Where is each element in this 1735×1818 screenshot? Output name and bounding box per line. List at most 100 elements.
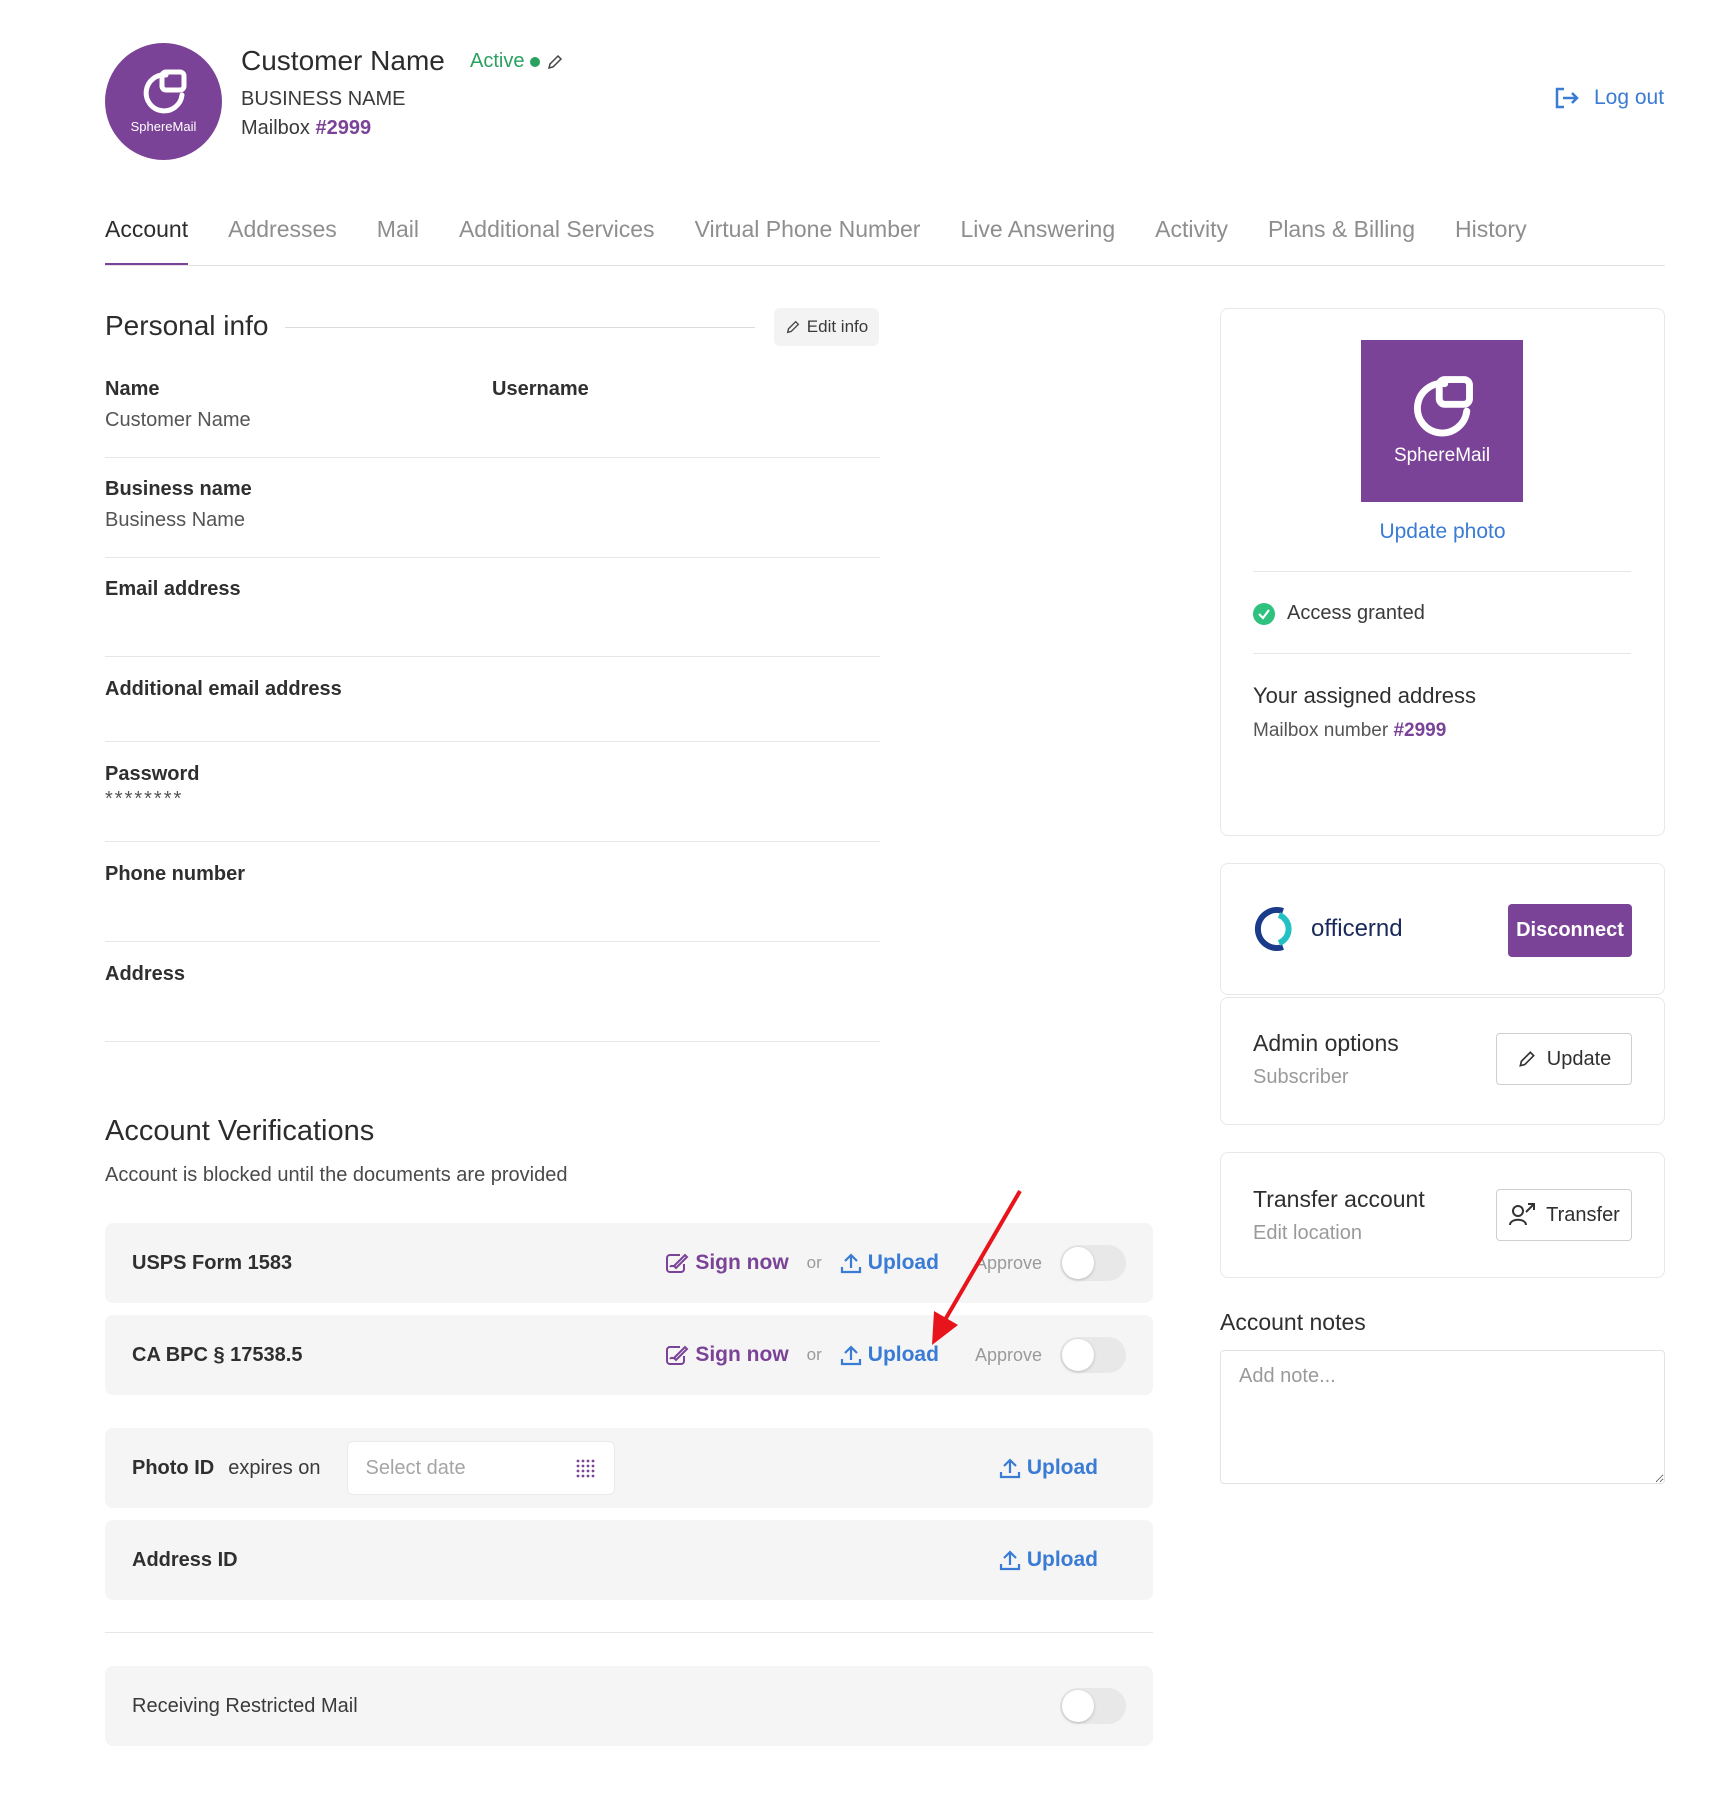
divider	[285, 327, 755, 328]
password-value: ********	[105, 788, 184, 810]
ca-bpc-label: CA BPC § 17538.5	[132, 1343, 303, 1366]
or-label: or	[806, 1253, 822, 1272]
date-placeholder: Select date	[365, 1456, 466, 1479]
signature-icon	[666, 1345, 689, 1365]
name-label: Name	[105, 378, 160, 400]
update-button[interactable]: Update	[1496, 1033, 1632, 1085]
access-status: Access granted	[1253, 602, 1425, 625]
business-name-value: Business Name	[105, 509, 246, 531]
tab-virtual-phone-number[interactable]: Virtual Phone Number	[695, 216, 921, 265]
calendar-grid-icon	[576, 1459, 594, 1478]
expiry-date-picker[interactable]: Select date	[346, 1441, 615, 1495]
logout-icon	[1555, 87, 1579, 109]
officernd-logo-icon	[1254, 907, 1292, 951]
sign-now-label: Sign now	[695, 1343, 789, 1366]
status-badge: Active	[470, 50, 564, 73]
disconnect-button[interactable]: Disconnect	[1508, 904, 1632, 957]
upload-button[interactable]: Upload	[999, 1548, 1098, 1572]
approve-toggle[interactable]	[1060, 1337, 1126, 1373]
upload-label: Upload	[1026, 1456, 1098, 1479]
transfer-account-title: Transfer account	[1253, 1186, 1425, 1212]
username-label: Username	[492, 378, 589, 400]
signature-icon	[666, 1253, 689, 1273]
upload-button[interactable]: Upload	[999, 1456, 1098, 1480]
upload-icon	[999, 1550, 1020, 1571]
email-label: Email address	[105, 578, 241, 600]
verifications-subtitle: Account is blocked until the documents a…	[105, 1164, 568, 1186]
tab-plans-billing[interactable]: Plans & Billing	[1268, 216, 1415, 265]
tab-live-answering[interactable]: Live Answering	[960, 216, 1115, 265]
additional-email-label: Additional email address	[105, 678, 342, 700]
integration-name: officernd	[1311, 915, 1403, 942]
spheremail-logo-icon	[1414, 376, 1473, 437]
field-password: Password ********	[105, 763, 880, 842]
mailbox-label: Mailbox	[241, 117, 310, 139]
access-label: Access granted	[1287, 602, 1425, 624]
restricted-mail-label: Receiving Restricted Mail	[132, 1694, 358, 1717]
upload-icon	[999, 1458, 1020, 1479]
account-notes-input[interactable]	[1220, 1350, 1665, 1484]
tab-mail[interactable]: Mail	[377, 216, 419, 265]
logout-button[interactable]: Log out	[1554, 86, 1664, 110]
admin-options-title: Admin options	[1253, 1030, 1399, 1056]
personal-info-title: Personal info	[105, 310, 269, 341]
avatar: SphereMail	[105, 43, 222, 160]
pencil-icon	[1518, 1051, 1535, 1067]
sign-now-button[interactable]: Sign now	[665, 1343, 789, 1367]
business-name: BUSINESS NAME	[241, 88, 406, 110]
pencil-icon[interactable]	[546, 53, 564, 71]
check-circle-icon	[1253, 602, 1275, 625]
upload-icon	[840, 1345, 861, 1366]
upload-label: Upload	[1026, 1548, 1098, 1571]
update-label: Update	[1546, 1047, 1612, 1070]
tab-additional-services[interactable]: Additional Services	[459, 216, 655, 265]
tab-account[interactable]: Account	[105, 216, 189, 265]
avatar-logo-text: SphereMail	[130, 119, 197, 134]
phone-label: Phone number	[105, 863, 246, 885]
annotation-arrow-icon	[932, 1189, 1022, 1345]
field-name-row: Name Customer Name Username	[105, 378, 880, 458]
edit-info-label: Edit info	[806, 317, 869, 336]
tab-bar: Account Addresses Mail Additional Servic…	[105, 216, 1665, 266]
photo-id-label: Photo ID	[132, 1456, 215, 1479]
address-label: Address	[105, 963, 186, 985]
approve-toggle[interactable]	[1060, 1245, 1126, 1281]
officernd-logo: officernd	[1253, 905, 1403, 953]
divider	[105, 1632, 1153, 1633]
assigned-mailbox-label: Mailbox number	[1253, 720, 1389, 741]
address-id-label: Address ID	[132, 1548, 238, 1571]
field-address: Address	[105, 963, 880, 1042]
business-name-label: Business name	[105, 478, 252, 500]
tab-addresses[interactable]: Addresses	[228, 216, 337, 265]
name-value: Customer Name	[105, 409, 251, 431]
divider	[1253, 653, 1631, 654]
field-email: Email address	[105, 578, 880, 657]
restricted-mail-row: Receiving Restricted Mail	[105, 1666, 1153, 1746]
transfer-button[interactable]: Transfer	[1496, 1189, 1632, 1241]
divider	[1253, 571, 1631, 572]
status-dot-icon	[530, 56, 541, 67]
photo-logo-text: SphereMail	[1393, 445, 1491, 466]
status-text: Active	[470, 50, 525, 72]
field-additional-email: Additional email address	[105, 678, 880, 742]
verification-row-photo-id: Photo ID expires on Select date Upload	[105, 1428, 1153, 1508]
restricted-mail-toggle[interactable]	[1060, 1688, 1126, 1724]
field-business-name: Business name Business Name	[105, 478, 880, 558]
logout-label: Log out	[1594, 86, 1665, 109]
edit-info-button[interactable]: Edit info	[774, 308, 879, 346]
admin-role: Subscriber	[1253, 1066, 1349, 1088]
transfer-label: Transfer	[1546, 1203, 1620, 1226]
update-photo-link[interactable]: Update photo	[1220, 520, 1665, 544]
tab-history[interactable]: History	[1455, 216, 1527, 265]
password-label: Password	[105, 763, 200, 785]
verification-row-address-id: Address ID Upload	[105, 1520, 1153, 1600]
customer-name: Customer Name	[241, 45, 445, 76]
field-phone: Phone number	[105, 863, 880, 942]
sign-now-button[interactable]: Sign now	[665, 1251, 789, 1275]
profile-photo: SphereMail	[1361, 340, 1523, 502]
assigned-mailbox: Mailbox number #2999	[1253, 720, 1446, 742]
pencil-icon	[786, 320, 800, 334]
verifications-title: Account Verifications	[105, 1115, 375, 1147]
assigned-address-title: Your assigned address	[1253, 683, 1477, 708]
tab-activity[interactable]: Activity	[1155, 216, 1228, 265]
